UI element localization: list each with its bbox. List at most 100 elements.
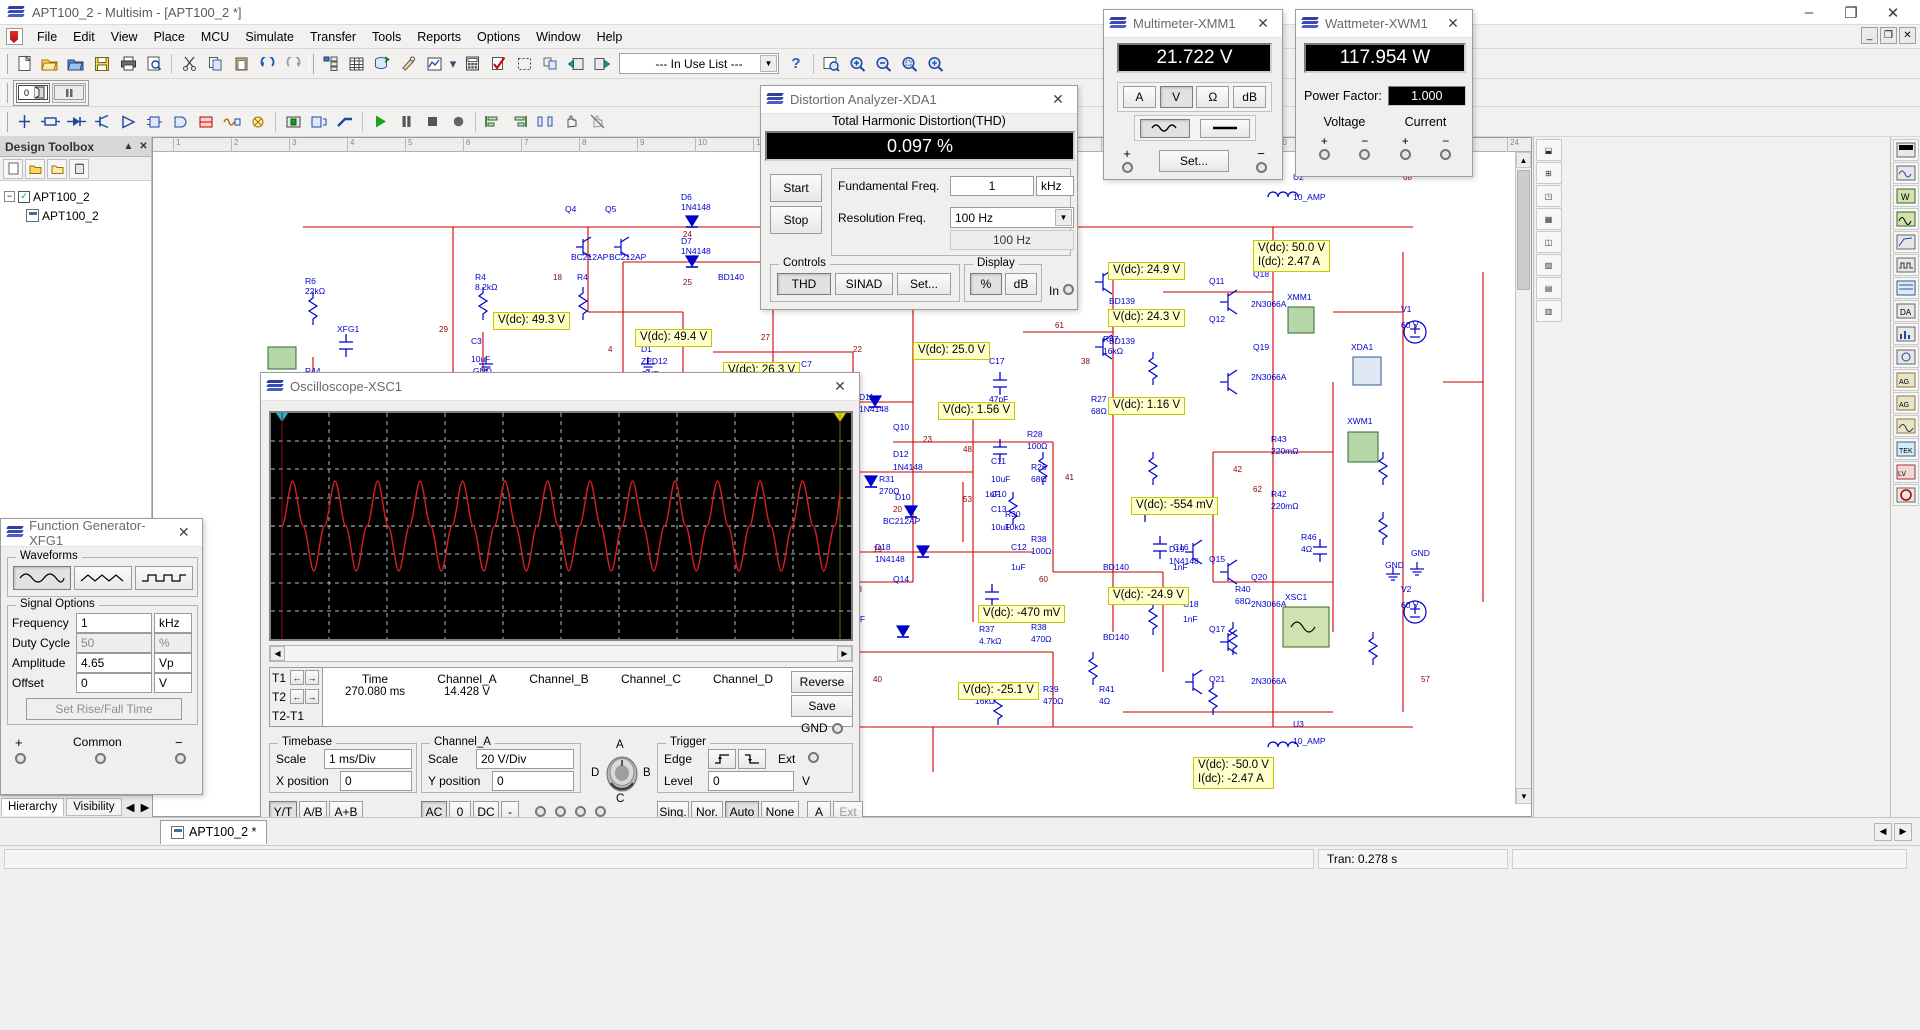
cursor-t1-row[interactable]: T1 ← → [270, 668, 322, 687]
menu-help[interactable]: Help [589, 27, 631, 47]
distribute-icon[interactable] [533, 110, 557, 134]
undo-icon[interactable] [255, 52, 279, 76]
in-use-list-combo[interactable]: --- In Use List --- ▼ [619, 53, 779, 74]
place-ttl-icon[interactable] [142, 110, 166, 134]
menu-simulate[interactable]: Simulate [237, 27, 302, 47]
palette-item-4[interactable]: ▦ [1535, 208, 1562, 230]
oscilloscope-window[interactable]: Oscilloscope-XSC1 ✕ ◀ ▶ Time 270.080 ms … [260, 372, 863, 830]
timebase-xpos-input[interactable]: 0 [340, 771, 412, 791]
voltage-plus-icon[interactable] [1318, 149, 1330, 160]
gnd-terminal-icon[interactable] [831, 722, 843, 734]
record-simulation-icon[interactable] [446, 110, 470, 134]
open-design-icon[interactable] [64, 52, 88, 76]
place-source-icon[interactable] [12, 110, 36, 134]
place-hierarchical-icon[interactable] [307, 110, 331, 134]
instrument-agilent-mm-icon[interactable]: AG [1892, 392, 1919, 414]
reverse-button[interactable]: Reverse [791, 671, 853, 693]
place-transistor-icon[interactable] [90, 110, 114, 134]
terminal-plus-icon[interactable] [15, 753, 26, 764]
oscilloscope-display[interactable] [269, 411, 853, 641]
amplitude-input[interactable]: 4.65 [76, 653, 152, 673]
run-simulation-icon[interactable] [368, 110, 392, 134]
grapher-dropdown-icon[interactable]: ▾ [448, 52, 458, 76]
terminal-minus-icon[interactable] [1255, 162, 1267, 173]
resolution-freq-dropdown[interactable]: 100 Hz ▼ [950, 207, 1074, 228]
tab-nav-last-icon[interactable]: ▶ [1894, 822, 1912, 841]
redo-icon[interactable] [281, 52, 305, 76]
window-controls[interactable]: – ❐ ✕ [1788, 0, 1914, 25]
oscilloscope-cursor-controls[interactable]: T1 ← → T2 ← → T2-T1 [269, 667, 323, 727]
channel-selector-knob[interactable]: A B C D [589, 739, 653, 809]
oscilloscope-titlebar[interactable]: Oscilloscope-XSC1 ✕ [261, 373, 859, 401]
mdi-restore-button[interactable]: ❐ [1880, 27, 1897, 44]
tab-nav-first-icon[interactable]: ◀ [1874, 822, 1892, 841]
paste-icon[interactable] [229, 52, 253, 76]
close-icon[interactable]: ✕ [1440, 12, 1466, 36]
fundamental-freq-input[interactable]: 1 [950, 176, 1034, 196]
postprocessor-icon[interactable] [460, 52, 484, 76]
current-plus-icon[interactable] [1399, 149, 1411, 160]
maximize-button[interactable]: ❐ [1830, 0, 1872, 25]
waveform-triangle-button[interactable] [74, 566, 132, 590]
wattmeter-titlebar[interactable]: Wattmeter-XWM1 ✕ [1296, 10, 1472, 38]
wattmeter-terminals[interactable]: + − + − [1304, 135, 1466, 160]
trigger-level-input[interactable]: 0 [708, 771, 794, 791]
multimeter-window[interactable]: Multimeter-XMM1 ✕ 21.722 V A V Ω dB + Se… [1103, 9, 1283, 180]
mdi-close-button[interactable]: ✕ [1899, 27, 1916, 44]
multimeter-terminals[interactable]: + Set... − [1114, 146, 1274, 176]
zoom-out-icon[interactable] [871, 52, 895, 76]
close-icon[interactable]: ✕ [171, 521, 196, 545]
menu-view[interactable]: View [103, 27, 146, 47]
voltage-minus-icon[interactable] [1359, 149, 1371, 160]
tab-next-icon[interactable]: ▶ [138, 800, 153, 814]
place-misc-digital-icon[interactable] [194, 110, 218, 134]
mdi-minimize-button[interactable]: _ [1861, 27, 1878, 44]
no-pan-icon[interactable] [585, 110, 609, 134]
new-sheet-icon[interactable] [3, 158, 23, 179]
palette-item-2[interactable]: ⊞ [1535, 162, 1562, 184]
cursor-t2-left-icon[interactable]: ← [290, 689, 304, 704]
multimeter-mode-group[interactable]: A V Ω dB [1117, 82, 1272, 112]
trigger-ext-terminal-icon[interactable] [808, 752, 819, 763]
instrument-bode-icon[interactable] [1892, 231, 1919, 253]
folder-icon[interactable] [47, 158, 67, 179]
tab-nav-buttons[interactable]: ◀ ▶ [1874, 822, 1912, 841]
mode-button-a[interactable]: A [1122, 86, 1156, 108]
menu-file[interactable]: File [29, 27, 65, 47]
instrument-agilent-osc-icon[interactable] [1892, 415, 1919, 437]
terminal-minus-icon[interactable] [175, 753, 186, 764]
oscilloscope-hscrollbar[interactable]: ◀ ▶ [269, 645, 853, 662]
checkbox-icon[interactable]: ✓ [18, 190, 30, 203]
place-basic-icon[interactable] [38, 110, 62, 134]
palette-item-6[interactable]: ▨ [1535, 254, 1562, 276]
mdi-window-controls[interactable]: _ ❐ ✕ [1861, 27, 1916, 44]
place-bus-icon[interactable] [333, 110, 357, 134]
cursor-t2-right-icon[interactable]: → [305, 689, 319, 704]
trigger-rising-edge-button[interactable] [708, 749, 736, 769]
instrument-wattmeter-icon[interactable]: W [1892, 185, 1919, 207]
pause-simulation-icon[interactable] [394, 110, 418, 134]
hierarchy-icon[interactable] [318, 52, 342, 76]
standard-toolbar[interactable]: ▾ --- In Use List --- ▼ ? [0, 49, 1920, 79]
place-power-icon[interactable] [281, 110, 305, 134]
align-left-icon[interactable] [481, 110, 505, 134]
current-minus-icon[interactable] [1440, 149, 1452, 160]
stop-button[interactable]: Stop [770, 206, 822, 234]
trigger-falling-edge-button[interactable] [738, 749, 766, 769]
multimeter-titlebar[interactable]: Multimeter-XMM1 ✕ [1104, 10, 1282, 38]
delete-sheet-icon[interactable] [69, 158, 89, 179]
document-tab[interactable]: APT100_2 * [160, 819, 268, 844]
spreadsheet-icon[interactable] [344, 52, 368, 76]
channel-a-terminal-icon[interactable] [535, 806, 546, 817]
gnd-control[interactable]: GND [801, 721, 843, 735]
instrument-current-probe-icon[interactable] [1892, 484, 1919, 506]
document-tab-bar[interactable]: APT100_2 * ◀ ▶ [0, 817, 1920, 845]
palette-item-1[interactable]: ⬓ [1535, 139, 1562, 161]
back-annotate-icon[interactable] [538, 52, 562, 76]
channel-b-terminal-icon[interactable] [555, 806, 566, 817]
channel-a-ypos-input[interactable]: 0 [492, 771, 574, 791]
display-percent-button[interactable]: % [970, 273, 1002, 295]
zoom-fit-icon[interactable] [819, 52, 843, 76]
scroll-left-icon[interactable]: ◀ [270, 646, 285, 661]
simulation-run-switch-icon[interactable]: 0 [16, 82, 50, 103]
